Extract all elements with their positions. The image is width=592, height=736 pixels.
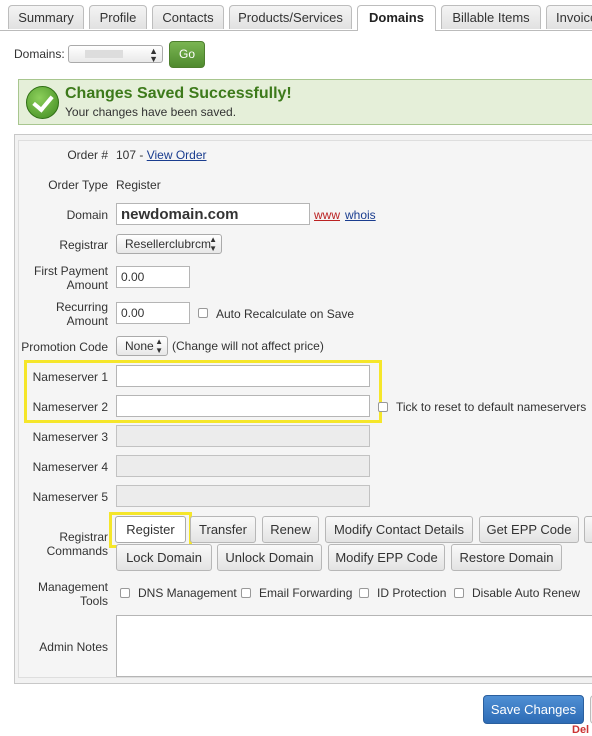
select-arrows-icon: ▲ ▼ xyxy=(155,337,163,355)
nameserver-2-input[interactable] xyxy=(116,395,370,417)
select-arrows-icon: ▲ ▼ xyxy=(149,46,158,64)
first-payment-label-line2: Amount xyxy=(66,278,108,292)
delete-link-partial[interactable]: Del xyxy=(572,724,589,736)
tab-contacts[interactable]: Contacts xyxy=(152,5,224,29)
restore-domain-button[interactable]: Restore Domain xyxy=(451,544,562,571)
dns-management-label: DNS Management xyxy=(138,586,237,600)
nameserver-4-label: Nameserver 4 xyxy=(32,460,108,474)
checkmark-icon xyxy=(26,86,59,119)
auto-recalculate-label: Auto Recalculate on Save xyxy=(216,307,355,321)
tab-summary[interactable]: Summary xyxy=(8,5,84,29)
order-separator: - xyxy=(136,148,147,162)
modify-contact-details-button[interactable]: Modify Contact Details xyxy=(325,516,473,543)
reset-nameservers-checkbox[interactable] xyxy=(378,402,388,412)
recurring-amount-label: Recurring Amount xyxy=(56,300,108,328)
unlock-domain-button[interactable]: Unlock Domain xyxy=(217,544,322,571)
tab-products-services[interactable]: Products/Services xyxy=(229,5,352,29)
lock-domain-button[interactable]: Lock Domain xyxy=(116,544,212,571)
save-changes-button[interactable]: Save Changes xyxy=(483,695,584,724)
first-payment-label: First Payment Amount xyxy=(34,264,108,292)
nameserver-2-label: Nameserver 2 xyxy=(32,400,108,414)
disable-auto-renew-label: Disable Auto Renew xyxy=(472,586,581,600)
whois-link[interactable]: whois xyxy=(345,208,376,222)
register-button[interactable]: Register xyxy=(115,516,186,543)
tab-billable-items[interactable]: Billable Items xyxy=(441,5,541,29)
nameserver-1-input[interactable] xyxy=(116,365,370,387)
recurring-label-line1: Recurring xyxy=(55,300,108,314)
first-payment-input[interactable] xyxy=(116,266,190,288)
nameserver-3-input[interactable] xyxy=(116,425,370,447)
email-forwarding-checkbox[interactable] xyxy=(241,588,251,598)
transfer-button[interactable]: Transfer xyxy=(190,516,256,543)
reset-nameservers-label: Tick to reset to default nameservers xyxy=(396,400,587,414)
order-number-value: 107 - View Order xyxy=(116,148,207,162)
domain-input[interactable] xyxy=(116,203,310,225)
renew-button[interactable]: Renew xyxy=(262,516,319,543)
registrar-value: Resellerclubrcm xyxy=(125,237,212,251)
admin-notes-label: Admin Notes xyxy=(39,640,108,654)
nameserver-4-input[interactable] xyxy=(116,455,370,477)
overflow-command-button[interactable] xyxy=(584,516,592,543)
redacted-domain-value xyxy=(85,50,123,58)
promotion-code-select[interactable]: None ▲ ▼ xyxy=(116,336,168,356)
registrar-commands-label-line2: Commands xyxy=(46,544,108,558)
registrar-select[interactable]: Resellerclubrcm ▲ ▼ xyxy=(116,234,222,254)
success-message-box: Changes Saved Successfully! Your changes… xyxy=(18,79,592,125)
tab-domains[interactable]: Domains xyxy=(357,5,436,31)
first-payment-label-line1: First Payment xyxy=(33,264,108,278)
disable-auto-renew-checkbox[interactable] xyxy=(454,588,464,598)
id-protection-checkbox[interactable] xyxy=(359,588,369,598)
registrar-label: Registrar xyxy=(59,238,108,252)
promotion-code-value: None xyxy=(125,339,154,353)
admin-notes-textarea[interactable] xyxy=(116,615,592,677)
promotion-note: (Change will not affect price) xyxy=(172,339,324,353)
order-type-label: Order Type xyxy=(48,178,108,192)
promotion-code-label: Promotion Code xyxy=(21,340,108,354)
tab-bar: Summary Profile Contacts Products/Servic… xyxy=(0,0,592,31)
nameserver-3-label: Nameserver 3 xyxy=(32,430,108,444)
www-link[interactable]: www xyxy=(314,208,340,222)
tab-invoices[interactable]: Invoices xyxy=(546,5,592,29)
tab-profile[interactable]: Profile xyxy=(89,5,147,29)
domains-select[interactable]: ▲ ▼ xyxy=(68,45,163,64)
recurring-amount-input[interactable] xyxy=(116,302,190,324)
modify-epp-code-button[interactable]: Modify EPP Code xyxy=(328,544,445,571)
order-number: 107 xyxy=(116,148,137,162)
order-number-label: Order # xyxy=(67,148,108,162)
get-epp-code-button[interactable]: Get EPP Code xyxy=(479,516,579,543)
management-tools-label-line1: Management xyxy=(37,580,108,594)
nameserver-1-label: Nameserver 1 xyxy=(32,370,108,384)
nameserver-5-input[interactable] xyxy=(116,485,370,507)
select-arrows-icon: ▲ ▼ xyxy=(209,235,217,253)
email-forwarding-label: Email Forwarding xyxy=(259,586,353,600)
domains-selector-label: Domains: xyxy=(14,47,65,61)
dns-management-checkbox[interactable] xyxy=(120,588,130,598)
view-order-link[interactable]: View Order xyxy=(147,148,207,162)
success-message: Your changes have been saved. xyxy=(65,105,237,119)
success-title: Changes Saved Successfully! xyxy=(65,85,292,102)
domain-label: Domain xyxy=(66,208,108,222)
management-tools-label-line2: Tools xyxy=(79,594,108,608)
go-button[interactable]: Go xyxy=(169,41,205,68)
management-tools-label: Management Tools xyxy=(38,580,108,608)
nameserver-5-label: Nameserver 5 xyxy=(32,490,108,504)
id-protection-label: ID Protection xyxy=(377,586,447,600)
order-type-value: Register xyxy=(116,178,161,192)
auto-recalculate-checkbox[interactable] xyxy=(198,308,208,318)
registrar-commands-label: Registrar Commands xyxy=(47,530,108,558)
registrar-commands-label-line1: Registrar xyxy=(59,530,108,544)
recurring-label-line2: Amount xyxy=(66,314,108,328)
